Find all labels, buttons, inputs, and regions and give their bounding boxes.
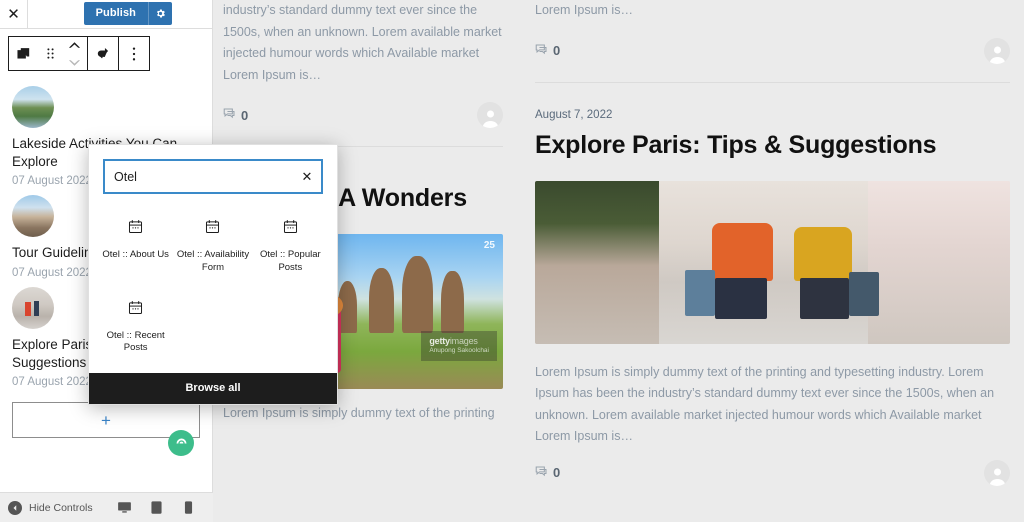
mid-top-post-meta: 0 xyxy=(535,37,1010,64)
post-thumbnail xyxy=(12,286,54,329)
mid-post-meta: 0 xyxy=(535,459,1010,486)
inserter-result-item[interactable]: Otel :: Availability Form xyxy=(174,214,251,279)
close-customizer-button[interactable]: ✕ xyxy=(0,0,28,28)
avatar xyxy=(477,102,503,128)
mobile-icon[interactable] xyxy=(179,498,199,518)
mid-post-body: Lorem Ipsum is simply dummy text of the … xyxy=(535,364,995,444)
chevron-up-icon[interactable] xyxy=(68,36,81,54)
customizer-header: ✕ Publish xyxy=(0,0,212,29)
block-toolbar-left-group xyxy=(9,37,88,70)
center-excerpt-bottom: Lorem Ipsum is simply dummy text of the … xyxy=(223,406,495,420)
center-post-meta: 0 xyxy=(223,102,503,128)
search-field[interactable]: ✕ xyxy=(103,159,323,194)
mid-top-comment-count: 0 xyxy=(553,43,561,58)
watermark-credit: Anupong Sakoolchai xyxy=(429,347,489,355)
customizer-screen: industry’s standard dummy text ever sinc… xyxy=(0,0,1024,522)
center-post-excerpt: industry’s standard dummy text ever sinc… xyxy=(223,3,502,82)
preview-mid-column: Lorem Ipsum is… 0 August 7, 2022 Explore… xyxy=(517,0,1024,522)
post-thumbnail xyxy=(12,195,54,238)
browse-all-button[interactable]: Browse all xyxy=(89,373,337,405)
drag-handle-icon[interactable] xyxy=(39,46,61,61)
comment-icon xyxy=(223,107,236,123)
device-preview-group xyxy=(112,498,199,522)
gear-icon[interactable] xyxy=(148,2,172,25)
calendar-block-icon xyxy=(127,218,144,240)
close-icon[interactable]: ✕ xyxy=(292,160,322,193)
inserter-result-item[interactable]: Otel :: About Us xyxy=(97,214,174,279)
mid-post-title[interactable]: Explore Paris: Tips & Suggestions xyxy=(535,130,1010,161)
mid-top-excerpt-tail: Lorem Ipsum is… xyxy=(535,3,633,17)
hide-controls-button[interactable]: Hide Controls xyxy=(0,500,93,515)
divider xyxy=(535,81,1010,83)
calendar-block-icon xyxy=(204,218,221,240)
watermark-badge: 25 xyxy=(982,288,994,300)
mid-top-comment-group[interactable]: 0 xyxy=(535,43,560,59)
calendar-block-icon xyxy=(127,299,144,321)
getty-watermark: gettyimages martin-dm xyxy=(891,275,956,306)
paris-couple-luggage-photo: 25 gettyimages martin-dm xyxy=(535,180,1010,344)
mid-comment-group[interactable]: 0 xyxy=(535,465,560,481)
block-toolbar-options-group xyxy=(119,37,149,70)
transform-block-icon[interactable] xyxy=(88,37,118,70)
hide-controls-label: Hide Controls xyxy=(29,501,93,514)
post-thumbnail xyxy=(12,86,54,128)
gauge-icon[interactable] xyxy=(168,430,194,456)
avatar xyxy=(984,37,1010,64)
customizer-footer-bar: Hide Controls xyxy=(0,492,213,522)
publish-group: Publish xyxy=(83,2,172,25)
center-comment-count: 0 xyxy=(241,107,249,123)
getty-watermark: gettyimages Anupong Sakoolchai xyxy=(421,331,497,361)
watermark-credit: martin-dm xyxy=(899,291,929,299)
mid-post-date: August 7, 2022 xyxy=(535,108,613,121)
calendar-block-icon xyxy=(282,218,299,240)
inserter-result-item[interactable]: Otel :: Popular Posts xyxy=(252,214,329,279)
more-options-icon[interactable] xyxy=(119,37,149,70)
inserter-result-label: Otel :: Popular Posts xyxy=(259,249,321,273)
comment-icon xyxy=(535,465,548,481)
widget-block-icon[interactable] xyxy=(9,37,39,70)
inserter-result-item[interactable]: Otel :: Recent Posts xyxy=(97,295,174,360)
inserter-search-wrap: ✕ xyxy=(89,145,337,200)
chevron-down-icon[interactable] xyxy=(68,54,81,72)
mid-comment-count: 0 xyxy=(553,465,561,480)
comment-icon xyxy=(535,43,548,59)
block-mover xyxy=(61,36,87,72)
collapse-arrow-icon xyxy=(8,500,22,515)
tablet-icon[interactable] xyxy=(147,498,167,518)
avatar xyxy=(984,459,1010,486)
block-inserter-popover: ✕ Otel :: About Us Otel :: Availability … xyxy=(88,144,338,406)
block-toolbar xyxy=(8,36,150,71)
plus-icon: + xyxy=(101,410,111,430)
desktop-icon[interactable] xyxy=(112,498,139,522)
inserter-results-grid: Otel :: About Us Otel :: Availability Fo… xyxy=(89,200,337,373)
search-input[interactable] xyxy=(104,169,292,184)
center-comment-count-group[interactable]: 0 xyxy=(223,107,248,123)
inserter-result-label: Otel :: About Us xyxy=(102,249,169,260)
block-toolbar-transform-group xyxy=(88,37,119,70)
inserter-result-label: Otel :: Recent Posts xyxy=(106,329,165,354)
inserter-result-label: Otel :: Availability Form xyxy=(176,249,250,273)
publish-button[interactable]: Publish xyxy=(83,2,148,25)
watermark-badge: 25 xyxy=(483,240,495,251)
